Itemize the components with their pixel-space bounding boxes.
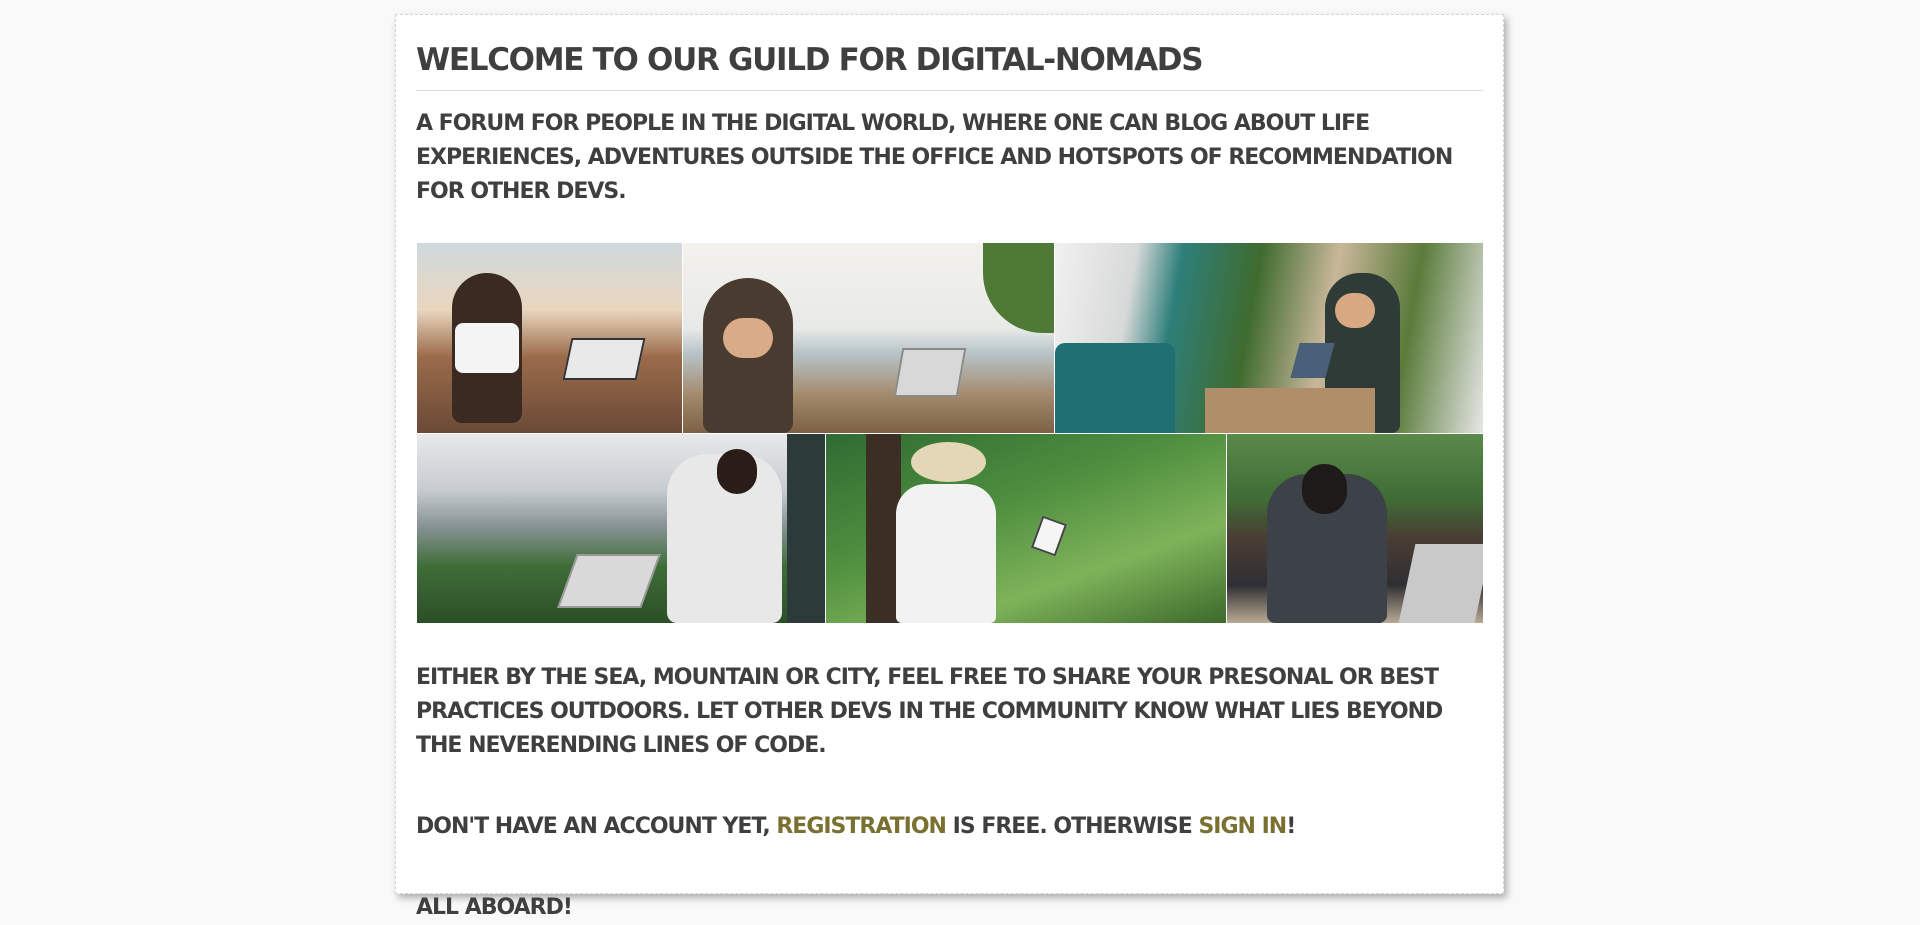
photo-gallery	[416, 243, 1483, 623]
title-divider	[416, 90, 1483, 91]
welcome-card: Welcome to our guild for digital-nomads …	[395, 14, 1504, 920]
account-prompt-middle: is free. Otherwise	[945, 814, 1199, 839]
photo-woman-city-terrace	[417, 243, 682, 433]
photo-man-mountain-overlook	[417, 434, 825, 623]
page-title: Welcome to our guild for digital-nomads	[416, 42, 1204, 78]
account-prompt-suffix: !	[1286, 814, 1296, 839]
account-prompt-prefix: Don't have an account yet,	[416, 814, 777, 839]
lead-paragraph: A forum for people in the digital world,…	[416, 111, 1453, 204]
photo-woman-camper-van	[1055, 243, 1483, 433]
account-prompt: Don't have an account yet, registration …	[416, 810, 1483, 844]
photo-woman-beach-deck	[683, 243, 1054, 433]
sign-in-link[interactable]: sign in	[1198, 814, 1287, 839]
body-paragraph: Either by the sea, mountain or city, fee…	[416, 665, 1443, 758]
photo-man-jungle-tablet	[826, 434, 1226, 623]
closing-line: All aboard!	[416, 895, 573, 920]
registration-link[interactable]: registration	[776, 814, 947, 839]
photo-man-window-laptop	[1227, 434, 1483, 623]
